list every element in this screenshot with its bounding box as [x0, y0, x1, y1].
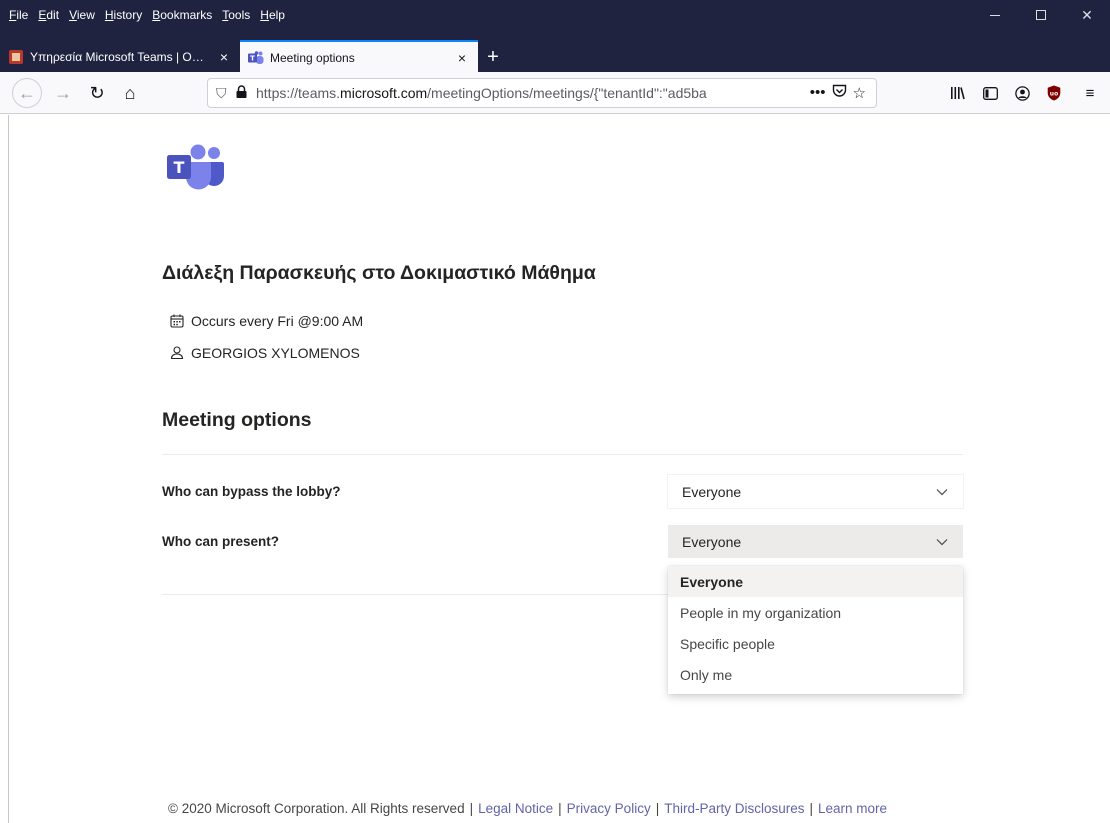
- reload-icon: ↻: [89, 82, 105, 103]
- forward-arrow-icon: →: [54, 82, 72, 103]
- present-dropdown-list: Everyone People in my organization Speci…: [668, 566, 963, 694]
- footer-separator: |: [558, 801, 562, 816]
- microsoft-teams-logo-icon: T: [165, 144, 225, 190]
- footer-separator: |: [469, 801, 474, 816]
- tab-strip: Υπηρεσία Microsoft Teams | O… × T Meetin…: [0, 38, 1110, 74]
- organizer-name: GEORGIOS XYLOMENOS: [191, 345, 360, 361]
- window-controls: ✕: [972, 0, 1110, 30]
- tab-title: Υπηρεσία Microsoft Teams | O…: [30, 50, 204, 64]
- chevron-down-icon: [936, 536, 948, 548]
- recurrence-text: Occurs every Fri @9:00 AM: [191, 313, 364, 329]
- minimize-icon: [990, 14, 1000, 16]
- tab-meeting-options[interactable]: T Meeting options ×: [240, 40, 478, 74]
- hamburger-menu-icon[interactable]: ≡: [1070, 78, 1110, 108]
- new-tab-button[interactable]: +: [478, 40, 508, 74]
- tab-teams-service[interactable]: Υπηρεσία Microsoft Teams | O… ×: [0, 40, 240, 74]
- address-bar[interactable]: ⛉ https://teams.microsoft.com/meetingOpt…: [207, 78, 877, 108]
- dropdown-option-everyone[interactable]: Everyone: [668, 566, 963, 597]
- ublock-origin-icon[interactable]: uo: [1038, 78, 1070, 108]
- url-actions: ••• ☆: [810, 84, 876, 102]
- legal-notice-link[interactable]: Legal Notice: [478, 801, 553, 816]
- library-icon[interactable]: [942, 78, 974, 108]
- close-icon: ✕: [1081, 6, 1093, 23]
- menu-view[interactable]: View: [64, 8, 100, 22]
- present-label: Who can present?: [162, 534, 280, 549]
- browser-titlebar: File Edit View History Bookmarks Tools H…: [0, 0, 1110, 38]
- maximize-icon: [1036, 10, 1046, 20]
- present-select[interactable]: Everyone: [668, 525, 963, 558]
- university-favicon-icon: [8, 49, 24, 65]
- copyright-text: © 2020 Microsoft Corporation. All Rights…: [168, 801, 465, 816]
- present-value: Everyone: [682, 533, 742, 550]
- tracking-protection-shield-icon[interactable]: ⛉: [216, 85, 236, 102]
- window-close-button[interactable]: ✕: [1064, 0, 1110, 30]
- menu-bar: File Edit View History Bookmarks Tools H…: [4, 0, 290, 30]
- forward-button[interactable]: →: [48, 78, 78, 108]
- tab-close-icon[interactable]: ×: [454, 50, 470, 66]
- meeting-organizer: GEORGIOS XYLOMENOS: [169, 345, 360, 361]
- meeting-recurrence: Occurs every Fri @9:00 AM: [169, 313, 363, 329]
- bookmark-star-icon[interactable]: ☆: [853, 84, 866, 102]
- bypass-lobby-label: Who can bypass the lobby?: [162, 484, 341, 499]
- svg-text:uo: uo: [1050, 91, 1058, 98]
- url-prefix: https://teams.: [256, 85, 341, 101]
- navigation-toolbar: ← → ↻ ⌂ ⛉ https://teams.microsoft.com/me…: [0, 72, 1110, 114]
- dropdown-option-specific-people[interactable]: Specific people: [668, 628, 963, 659]
- tab-title: Meeting options: [270, 51, 355, 65]
- minimize-button[interactable]: [972, 0, 1018, 30]
- pocket-icon[interactable]: [832, 84, 847, 102]
- svg-text:T: T: [250, 55, 255, 63]
- menu-history[interactable]: History: [100, 8, 147, 22]
- reload-button[interactable]: ↻: [82, 78, 112, 108]
- url-path: /meetingOptions/meetings/{"tenantId":"ad…: [427, 85, 707, 101]
- padlock-icon[interactable]: [236, 85, 256, 101]
- person-icon: [169, 345, 185, 361]
- sidebar-icon[interactable]: [974, 78, 1006, 108]
- bypass-lobby-select[interactable]: Everyone: [668, 475, 963, 508]
- dropdown-option-only-me[interactable]: Only me: [668, 659, 963, 690]
- chevron-down-icon: [936, 486, 948, 498]
- home-icon: ⌂: [124, 82, 136, 103]
- meeting-title: Διάλεξη Παρασκευής στο Δοκιμαστικό Μάθημ…: [162, 262, 596, 284]
- url-text: https://teams.microsoft.com/meetingOptio…: [256, 85, 810, 101]
- footer-separator: |: [809, 801, 814, 816]
- account-icon[interactable]: [1006, 78, 1038, 108]
- menu-file[interactable]: File: [4, 8, 33, 22]
- home-button[interactable]: ⌂: [115, 78, 145, 108]
- menu-edit[interactable]: Edit: [33, 8, 64, 22]
- learn-more-link[interactable]: Learn more: [818, 801, 887, 816]
- meeting-options-heading: Meeting options: [162, 409, 312, 431]
- footer-separator: |: [655, 801, 660, 816]
- third-party-disclosures-link[interactable]: Third-Party Disclosures: [664, 801, 804, 816]
- page-content: [0, 115, 1110, 823]
- calendar-icon: [169, 313, 185, 329]
- bypass-lobby-value: Everyone: [682, 483, 742, 500]
- back-button[interactable]: ←: [12, 78, 42, 108]
- menu-help[interactable]: Help: [255, 8, 290, 22]
- page-left-border: [8, 115, 9, 823]
- privacy-policy-link[interactable]: Privacy Policy: [567, 801, 651, 816]
- dropdown-option-people-in-org[interactable]: People in my organization: [668, 597, 963, 628]
- toolbar-right: uo ≡: [942, 78, 1110, 108]
- section-divider: [162, 454, 963, 455]
- menu-bookmarks[interactable]: Bookmarks: [147, 8, 217, 22]
- maximize-button[interactable]: [1018, 0, 1064, 30]
- page-actions-more-icon[interactable]: •••: [810, 84, 826, 102]
- page-footer: © 2020 Microsoft Corporation. All Rights…: [168, 801, 887, 816]
- teams-favicon-icon: T: [248, 50, 264, 66]
- back-arrow-icon: ←: [18, 82, 36, 103]
- menu-tools[interactable]: Tools: [217, 8, 255, 22]
- tab-close-icon[interactable]: ×: [216, 49, 232, 65]
- url-domain: microsoft.com: [340, 85, 428, 101]
- svg-text:T: T: [174, 158, 185, 177]
